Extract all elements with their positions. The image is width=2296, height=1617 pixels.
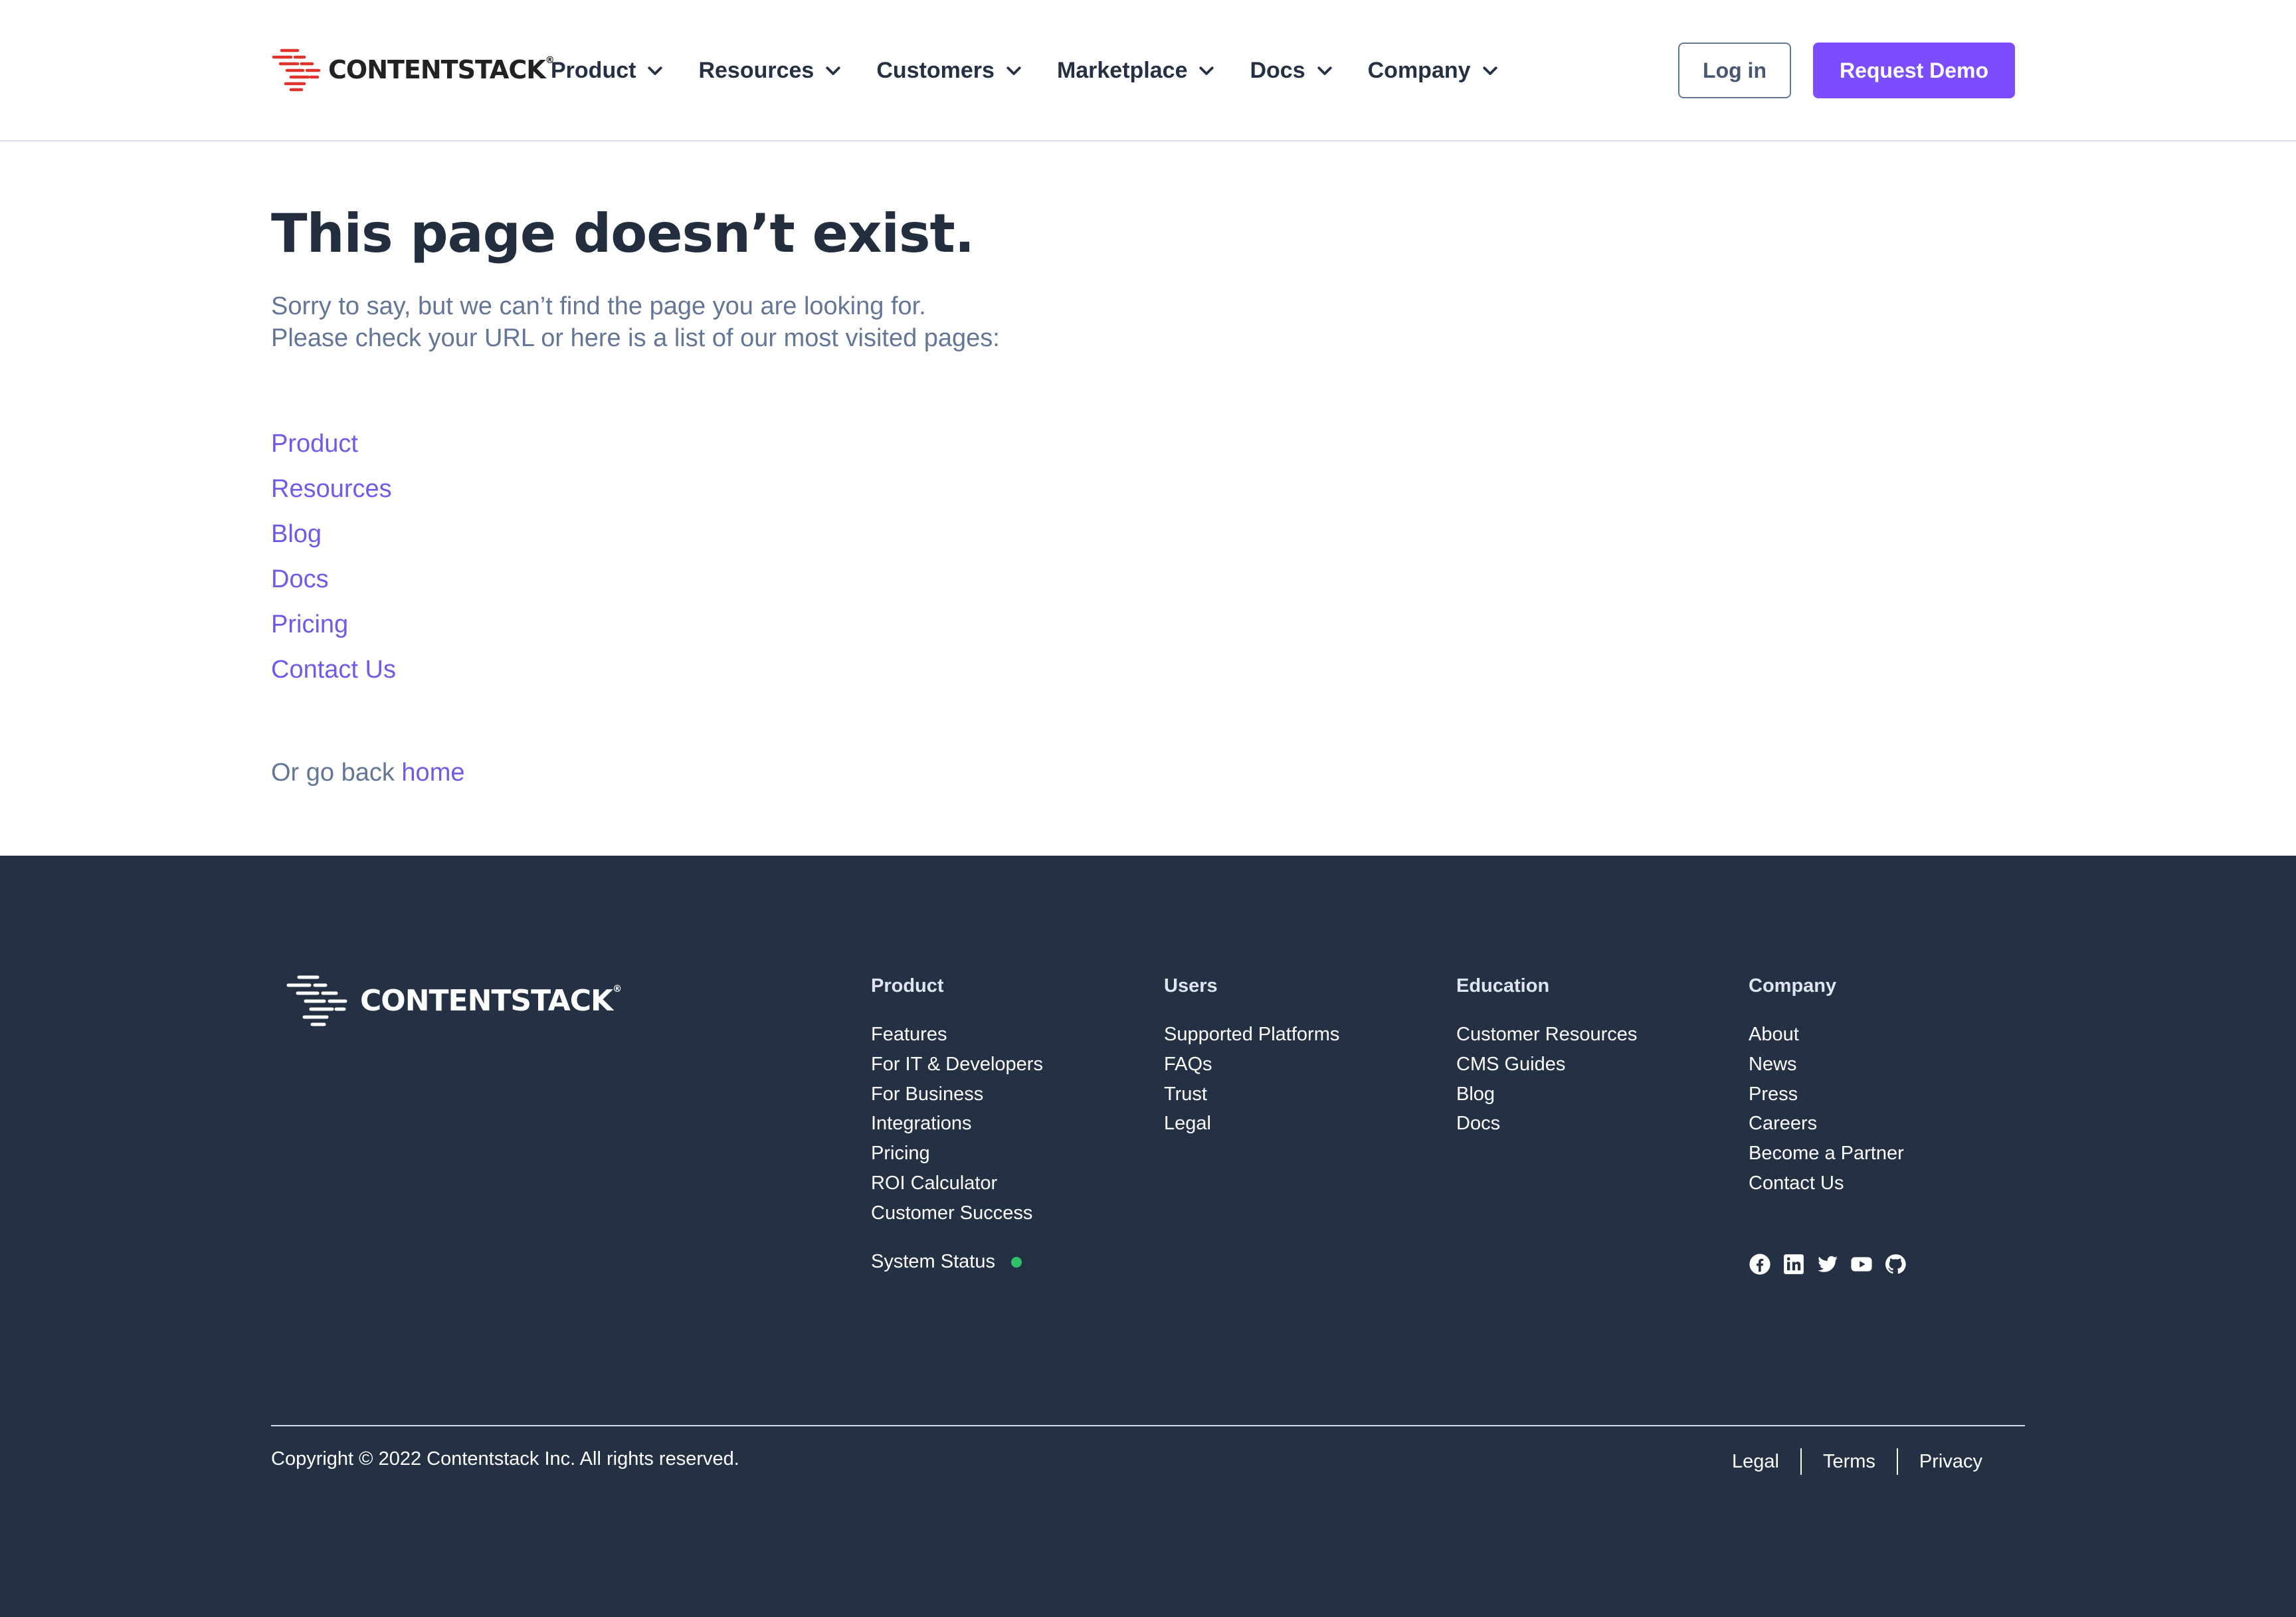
nav-customers[interactable]: Customers [876,58,1024,84]
nav-company-label: Company [1367,57,1471,83]
popular-pages-list: Product Resources Blog Docs Pricing Cont… [271,425,396,696]
page-title: This page doesn’t exist. [271,203,975,264]
footer-link[interactable]: Features [871,1020,1043,1050]
nav-company[interactable]: Company [1368,58,1500,84]
contentstack-logo-icon [272,48,321,92]
privacy-link[interactable]: Privacy [1898,1451,2004,1473]
footer-heading: Company [1749,975,1837,997]
footer-link[interactable]: Contact Us [1749,1169,1904,1198]
copyright-text: Copyright © 2022 Contentstack Inc. All r… [271,1448,739,1470]
chevron-down-icon [1006,66,1021,75]
footer-link[interactable]: Blog [1456,1080,1637,1109]
footer-link[interactable]: FAQs [1164,1050,1339,1080]
nav-customers-label: Customers [876,57,995,83]
footer-divider [271,1425,2025,1426]
footer-heading: Users [1164,975,1218,997]
footer-link[interactable]: ROI Calculator [871,1169,1043,1198]
legal-link[interactable]: Legal [1711,1451,1800,1473]
footer-link[interactable]: For IT & Developers [871,1050,1043,1080]
intro-line-2: Please check your URL or here is a list … [271,324,1000,352]
chevron-down-icon [1482,66,1497,75]
list-item: Docs [271,561,396,606]
footer-link[interactable]: Customer Success [871,1198,1043,1228]
system-status-link[interactable]: System Status [871,1251,1022,1273]
footer-heading: Education [1456,975,1550,997]
footer-link[interactable]: Docs [1456,1109,1637,1139]
request-demo-button[interactable]: Request Demo [1813,43,2015,98]
footer-column-users: Users Supported Platforms FAQs Trust Leg… [1164,975,1339,1139]
site-header: CONTENTSTACK® Product Resources Customer… [0,0,2296,142]
footer-link[interactable]: Legal [1164,1109,1339,1139]
contentstack-logo[interactable]: CONTENTSTACK® [271,48,555,92]
footer-link[interactable]: About [1749,1020,1904,1050]
footer-link[interactable]: Trust [1164,1080,1339,1109]
nav-docs-label: Docs [1250,57,1305,83]
home-link[interactable]: home [401,759,464,787]
footer-link[interactable]: Press [1749,1080,1904,1109]
chevron-down-icon [826,66,840,75]
footer-column-product: Product Features For IT & Developers For… [871,975,1043,1228]
site-footer: CONTENTSTACK® Product Features For IT & … [0,856,2296,1617]
nav-resources[interactable]: Resources [698,58,843,84]
footer-link[interactable]: Careers [1749,1109,1904,1139]
chevron-down-icon [1199,66,1214,75]
footer-link[interactable]: Customer Resources [1456,1020,1637,1050]
twitter-icon[interactable] [1816,1253,1839,1276]
footer-logo[interactable]: CONTENTSTACK® [286,974,622,1027]
legal-links: Legal Terms Privacy [1711,1448,2004,1475]
footer-link[interactable]: Supported Platforms [1164,1020,1339,1050]
intro-line-1: Sorry to say, but we can’t find the page… [271,292,926,320]
footer-link[interactable]: Integrations [871,1109,1043,1139]
login-button[interactable]: Log in [1678,43,1791,98]
chevron-down-icon [648,66,663,75]
footer-link[interactable]: News [1749,1050,1904,1080]
footer-column-company: Company About News Press Careers Become … [1749,975,1904,1198]
nav-marketplace[interactable]: Marketplace [1057,58,1217,84]
link-resources[interactable]: Resources [271,475,392,503]
nav-docs[interactable]: Docs [1250,58,1334,84]
nav-marketplace-label: Marketplace [1056,57,1188,83]
error-description: Sorry to say, but we can’t find the page… [271,290,1000,354]
linkedin-icon[interactable] [1782,1253,1805,1276]
footer-link[interactable]: Pricing [871,1139,1043,1169]
main-nav: Product Resources Customers Marketplace … [551,52,1533,89]
footer-link[interactable]: Become a Partner [1749,1139,1904,1169]
status-indicator-icon [1010,1256,1022,1268]
list-item: Blog [271,516,396,561]
facebook-icon[interactable] [1749,1253,1771,1276]
footer-logo-wordmark: CONTENTSTACK® [360,983,622,1018]
chevron-down-icon [1317,66,1332,75]
nav-product-label: Product [551,57,636,83]
list-item: Pricing [271,606,396,651]
link-blog[interactable]: Blog [271,520,322,548]
footer-link[interactable]: For Business [871,1080,1043,1109]
github-icon[interactable] [1884,1253,1907,1276]
list-item: Product [271,425,396,470]
link-contact-us[interactable]: Contact Us [271,656,396,684]
system-status-label: System Status [871,1251,995,1272]
go-back-prefix: Or go back [271,759,402,787]
social-links [1749,1253,1918,1276]
logo-wordmark: CONTENTSTACK® [328,55,555,84]
nav-resources-label: Resources [698,57,814,83]
nav-product[interactable]: Product [551,58,665,84]
go-back-text: Or go back home [271,759,464,787]
link-docs[interactable]: Docs [271,565,329,593]
terms-link[interactable]: Terms [1802,1451,1897,1473]
youtube-icon[interactable] [1850,1253,1873,1276]
footer-column-education: Education Customer Resources CMS Guides … [1456,975,1637,1139]
contentstack-logo-icon [286,975,347,1026]
link-product[interactable]: Product [271,430,358,458]
list-item: Contact Us [271,651,396,696]
footer-heading: Product [871,975,944,997]
footer-link[interactable]: CMS Guides [1456,1050,1637,1080]
list-item: Resources [271,470,396,516]
link-pricing[interactable]: Pricing [271,611,348,638]
